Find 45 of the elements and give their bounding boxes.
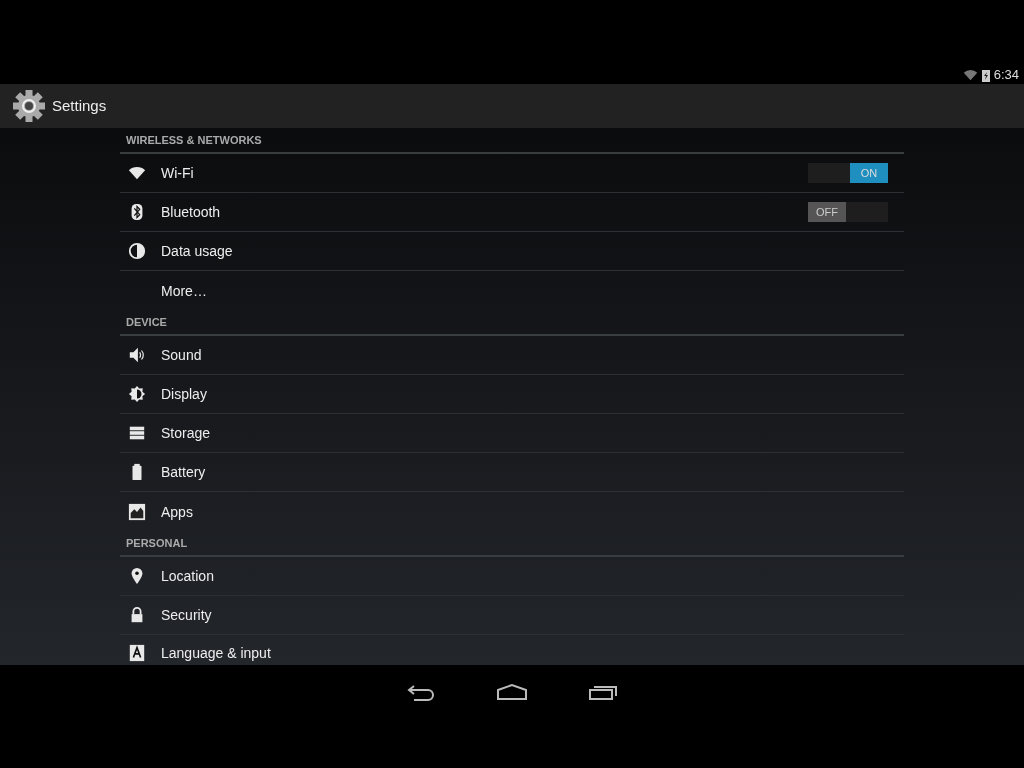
settings-item[interactable]: Display — [120, 375, 904, 414]
settings-item[interactable]: Bluetooth OFF — [120, 193, 904, 232]
settings-icon[interactable] — [12, 89, 46, 123]
settings-item[interactable]: Wi-Fi ON — [120, 154, 904, 193]
settings-item[interactable]: Location — [120, 557, 904, 596]
settings-item[interactable]: Language & input — [120, 635, 904, 662]
item-label: Display — [161, 385, 208, 403]
wifi-icon — [128, 164, 146, 182]
item-label: Data usage — [161, 242, 234, 260]
item-label: Bluetooth — [161, 203, 222, 221]
settings-item[interactable]: Security — [120, 596, 904, 635]
section-header: PERSONAL — [126, 535, 188, 551]
storage-icon — [128, 424, 146, 442]
item-label: Location — [161, 567, 215, 585]
keyboard-letter-icon — [128, 644, 146, 662]
settings-item[interactable]: Data usage — [120, 232, 904, 271]
clock-time: 6:34 — [993, 66, 1019, 85]
switch-label: OFF — [808, 202, 846, 222]
item-label: Sound — [161, 346, 203, 364]
settings-item[interactable]: Apps — [120, 492, 904, 531]
settings-item[interactable]: Battery — [120, 453, 904, 492]
item-label: Security — [161, 606, 213, 624]
settings-item[interactable]: More… — [120, 271, 904, 310]
brightness-icon — [128, 385, 146, 403]
item-label: Wi-Fi — [161, 164, 195, 182]
switch-label: ON — [850, 163, 888, 183]
screen-title: Settings — [52, 95, 107, 116]
pie-chart-icon — [128, 242, 146, 260]
item-label: More… — [161, 281, 208, 300]
wifi-signal-icon — [962, 69, 978, 81]
back-button[interactable] — [406, 683, 436, 701]
item-label: Storage — [161, 424, 212, 442]
home-button[interactable] — [496, 683, 528, 701]
section-header: WIRELESS & NETWORKS — [126, 132, 262, 148]
item-label: Battery — [161, 463, 207, 481]
section-header: DEVICE — [126, 314, 167, 330]
recent-apps-button[interactable] — [588, 683, 618, 701]
toggle-switch[interactable]: OFF — [808, 202, 888, 222]
apps-icon — [128, 502, 146, 521]
battery-charging-icon — [981, 68, 990, 82]
item-label: Apps — [161, 502, 194, 521]
settings-item[interactable]: Sound — [120, 336, 904, 375]
speaker-icon — [128, 346, 146, 364]
settings-item[interactable]: Storage — [120, 414, 904, 453]
item-label: Language & input — [161, 644, 272, 662]
